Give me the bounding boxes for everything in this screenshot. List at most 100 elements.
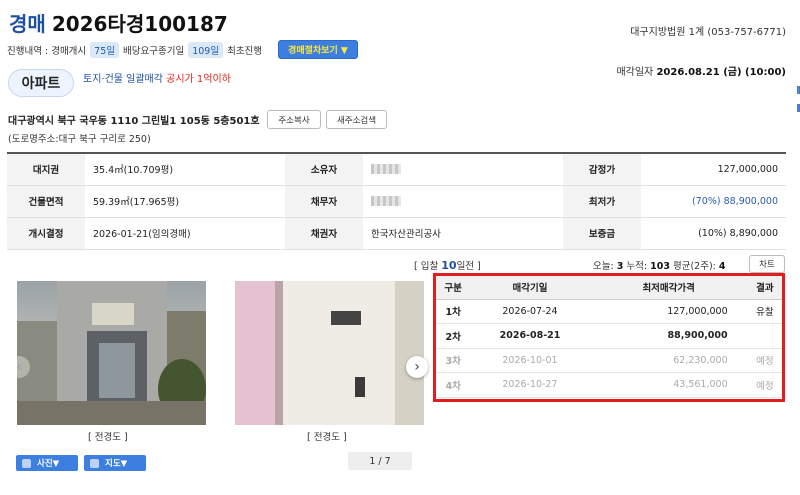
result: 예정 xyxy=(747,372,782,398)
round: 1차 xyxy=(436,299,471,324)
road-address-search-button[interactable]: 새주소검색 xyxy=(326,110,387,129)
view-stats: 오늘: 3 누적: 103 평균(2주): 4 xyxy=(593,258,726,272)
photo-caption: [ 전경도 ] xyxy=(88,432,128,443)
today-count: 3 xyxy=(616,261,624,272)
col-result: 결과 xyxy=(747,276,782,300)
table-row: 대지권 35.4㎡(10.709평) 소유자 감정가 127,000,000 xyxy=(7,153,786,186)
sale-date: 2026-08-21 xyxy=(470,323,590,349)
appraisal-value: 127,000,000 xyxy=(641,153,786,186)
info-header: 채무자 xyxy=(285,185,363,218)
round: 3차 xyxy=(436,348,471,373)
total-count: 103 xyxy=(650,261,670,272)
court-info: 대구지방법원 1계 (053-757-6771) xyxy=(630,27,786,38)
col-round: 구분 xyxy=(436,276,471,300)
chevron-right-icon: › xyxy=(414,359,420,375)
info-header: 소유자 xyxy=(285,153,363,186)
debtor-redacted xyxy=(363,185,563,218)
result: 예정 xyxy=(747,348,782,373)
days-badge-start: 75일 xyxy=(90,41,120,58)
door-photo-art xyxy=(235,281,424,425)
info-value: 59.39㎡(17.965평) xyxy=(85,185,285,218)
bid-days: 10 xyxy=(441,259,457,272)
sale-date-label: 매각일자 xyxy=(616,67,654,78)
bid-suffix: 일전 ] xyxy=(456,261,481,272)
avg-label: 평균(2주): xyxy=(672,261,716,272)
progress-label: 진행내역 : 경매개시 xyxy=(7,45,87,57)
total-label: 누적: xyxy=(626,261,648,272)
building-photo-art xyxy=(17,281,206,425)
road-address: (도로명주소:대구 북구 구리로 250) xyxy=(8,134,151,145)
sale-note-text: 토지·건물 일괄매각 xyxy=(83,74,163,85)
avg-count: 4 xyxy=(718,261,726,272)
table-row: 2차 2026-08-21 88,900,000 xyxy=(436,323,782,349)
table-row: 건물면적 59.39㎡(17.965평) 채무자 최저가 (70%) 88,90… xyxy=(7,185,786,218)
owner-redacted xyxy=(363,153,563,186)
photo-menu-button[interactable]: 사진▼ xyxy=(16,455,78,471)
redacted-text xyxy=(371,196,401,206)
map-pin-icon xyxy=(90,458,99,468)
info-value: 2026-01-21(임의경매) xyxy=(85,217,285,250)
result: 유찰 xyxy=(747,299,782,324)
today-label: 오늘: xyxy=(593,261,614,272)
min-price: 88,900,000 xyxy=(589,323,748,349)
table-row: 1차 2026-07-24 127,000,000 유찰 xyxy=(436,299,782,324)
photo-prev-button[interactable]: ‹ xyxy=(8,356,30,378)
info-header: 최저가 xyxy=(563,185,641,218)
info-header: 건물면적 xyxy=(7,185,85,218)
schedule-header-row: 구분 매각기일 최저매각가격 결과 xyxy=(436,276,782,300)
chart-button[interactable]: 차트 xyxy=(749,255,785,273)
sale-date: 2026-07-24 xyxy=(470,299,590,324)
info-header: 채권자 xyxy=(285,217,363,250)
days-badge-deadline: 109일 xyxy=(188,41,224,58)
round: 4차 xyxy=(436,372,471,398)
redacted-text xyxy=(371,164,401,175)
min-price: 43,561,000 xyxy=(589,372,748,398)
sale-date: 2026-10-27 xyxy=(470,372,590,398)
creditor-value: 한국자산관리공사 xyxy=(363,217,563,250)
table-row: 4차 2026-10-27 43,561,000 예정 xyxy=(436,372,782,398)
info-table: 대지권 35.4㎡(10.709평) 소유자 감정가 127,000,000 건… xyxy=(7,152,786,250)
min-price: 127,000,000 xyxy=(589,299,748,324)
property-type-badge: 아파트 xyxy=(8,69,74,97)
progress-last: 최초진행 xyxy=(227,45,263,57)
copy-address-button[interactable]: 주소복사 xyxy=(267,110,321,129)
progress-middle: 배당요구종기일 xyxy=(123,45,185,57)
progress-bar: 진행내역 : 경매개시 75일 배당요구종기일 109일 최초진행 경매절차보기… xyxy=(7,40,358,59)
col-price: 최저매각가격 xyxy=(589,276,748,300)
info-header: 개시결정 xyxy=(7,217,85,250)
sale-date: 2026-10-01 xyxy=(470,348,590,373)
round: 2차 xyxy=(436,323,471,349)
building-photo[interactable] xyxy=(17,281,206,425)
info-value: 35.4㎡(10.709평) xyxy=(85,153,285,186)
table-row: 3차 2026-10-01 62,230,000 예정 xyxy=(436,348,782,373)
table-row: 개시결정 2026-01-21(임의경매) 채권자 한국자산관리공사 보증금 (… xyxy=(7,217,786,250)
address: 대구광역시 북구 국우동 1110 그린빌1 105동 5층501호 xyxy=(8,116,260,127)
photo-pager: 1 / 7 xyxy=(348,452,412,470)
door-photo[interactable] xyxy=(235,281,424,425)
price-note: 공시가 1억이하 xyxy=(166,74,231,85)
photo-next-button[interactable]: › xyxy=(406,356,428,378)
photo-icon xyxy=(22,458,31,468)
sale-date-value: 2026.08.21 (금) (10:00) xyxy=(656,67,786,78)
map-menu-label: 지도▼ xyxy=(105,459,128,469)
min-price: 62,230,000 xyxy=(589,348,748,373)
result xyxy=(747,323,782,349)
page-title: 경매 2026타경100187 xyxy=(9,8,228,36)
chevron-left-icon: ‹ xyxy=(16,359,22,375)
sale-date: 매각일자 2026.08.21 (금) (10:00) xyxy=(616,63,786,78)
bid-prefix: [ 입찰 xyxy=(414,261,439,272)
schedule-table: 구분 매각기일 최저매각가격 결과 1차 2026-07-24 127,000,… xyxy=(436,276,782,398)
bid-countdown: [ 입찰 10일전 ] xyxy=(414,258,481,272)
case-kind: 경매 xyxy=(9,12,46,36)
info-header: 감정가 xyxy=(563,153,641,186)
sale-note: 토지·건물 일괄매각 공시가 1억이하 xyxy=(83,70,231,85)
info-header: 대지권 xyxy=(7,153,85,186)
col-date: 매각기일 xyxy=(470,276,590,300)
deposit-value: (10%) 8,890,000 xyxy=(641,217,786,250)
map-menu-button[interactable]: 지도▼ xyxy=(84,455,146,471)
info-header: 보증금 xyxy=(563,217,641,250)
auction-schedule: 구분 매각기일 최저매각가격 결과 1차 2026-07-24 127,000,… xyxy=(433,273,785,402)
minimum-price: (70%) 88,900,000 xyxy=(641,185,786,218)
photo-caption: [ 전경도 ] xyxy=(307,432,347,443)
auction-procedure-button[interactable]: 경매절차보기 ▼ xyxy=(278,40,358,59)
